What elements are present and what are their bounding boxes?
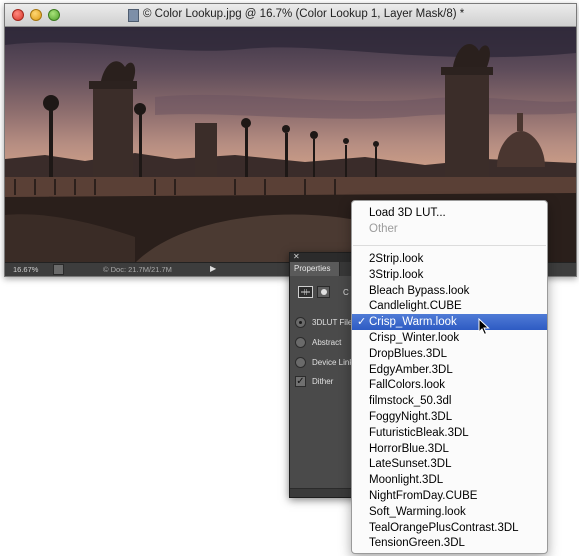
lut-popup-menu: Load 3D LUT... Other 2Strip.look 3Strip.l… [351, 200, 548, 554]
menu-item-label: Crisp_Winter.look [369, 332, 460, 344]
status-menu-arrow-icon[interactable]: ▶ [210, 264, 216, 273]
menu-item-label: HorrorBlue.3DL [369, 442, 449, 455]
menu-item-label: LateSunset.3DL [369, 458, 452, 471]
menu-item-label: FuturisticBleak.3DL [369, 426, 469, 439]
menu-separator [353, 245, 546, 246]
zoom-window-button[interactable] [48, 9, 60, 21]
menu-item-other: Other [369, 223, 398, 235]
doc-size-info: © Doc: 21.7M/21.7M [103, 265, 172, 274]
adjustment-layer-icon[interactable] [298, 286, 313, 298]
radio-button[interactable] [295, 337, 306, 348]
menu-item-lut[interactable]: ✓ Crisp_Warm.look [352, 314, 547, 331]
menu-item-lut[interactable]: TealOrangePlusContrast.3DL [352, 520, 547, 536]
mouse-pointer-icon [478, 318, 490, 336]
radio-label: Abstract [312, 338, 342, 347]
menu-item-label: EdgyAmber.3DL [369, 363, 453, 376]
menu-item-lut[interactable]: filmstock_50.3dl [352, 393, 547, 409]
menu-item-label: 3Strip.look [369, 268, 424, 281]
radio-button[interactable] [295, 357, 306, 368]
menu-item-label: FoggyNight.3DL [369, 411, 453, 423]
menu-item-lut[interactable]: DropBlues.3DL [352, 346, 547, 362]
dither-checkbox[interactable]: ✓ [295, 376, 306, 387]
menu-item-lut[interactable]: EdgyAmber.3DL [352, 362, 547, 378]
checkmark-icon: ✓ [357, 316, 367, 329]
document-titlebar[interactable]: © Color Lookup.jpg @ 16.7% (Color Lookup… [5, 4, 576, 27]
dither-label: Dither [312, 377, 334, 386]
menu-item-label: TensionGreen.3DL [369, 537, 465, 550]
zoom-level[interactable]: 16.67% [13, 265, 38, 274]
menu-item-lut[interactable]: FoggyNight.3DL [352, 409, 547, 425]
panel-heading: C [343, 288, 349, 297]
menu-item-lut[interactable]: HorrorBlue.3DL [352, 441, 547, 457]
menu-item-load-3d-lut[interactable]: Load 3D LUT... [352, 205, 547, 221]
menu-item-lut[interactable]: FallColors.look [352, 377, 547, 393]
radio-label: 3DLUT File [312, 318, 353, 327]
menu-item-label: filmstock_50.3dl [369, 395, 452, 408]
status-info-icon[interactable] [53, 264, 64, 275]
radio-label: Device Link [312, 358, 354, 367]
menu-item-lut[interactable]: NightFromDay.CUBE [352, 488, 547, 504]
layer-mask-icon[interactable] [317, 286, 330, 298]
menu-item-label: NightFromDay.CUBE [369, 490, 478, 502]
menu-item-label: TealOrangePlusContrast.3DL [369, 521, 519, 534]
menu-item-lut[interactable]: 3Strip.look [352, 267, 547, 283]
document-title: © Color Lookup.jpg @ 16.7% (Color Lookup… [143, 8, 465, 20]
menu-item-lut[interactable]: Soft_Warming.look [352, 504, 547, 520]
document-icon [128, 9, 139, 22]
minimize-window-button[interactable] [30, 9, 42, 21]
menu-item-label: Candlelight.CUBE [369, 300, 462, 313]
menu-item-lut[interactable]: 2Strip.look [352, 251, 547, 267]
menu-item-label: Bleach Bypass.look [369, 284, 470, 297]
menu-item-label: Moonlight.3DL [369, 474, 444, 487]
menu-item-lut[interactable]: TensionGreen.3DL [352, 535, 547, 551]
menu-item-lut[interactable]: Crisp_Winter.look [352, 330, 547, 346]
panel-close-icon[interactable]: ✕ [293, 252, 300, 261]
tab-properties[interactable]: Properties [290, 262, 340, 276]
menu-item-lut[interactable]: Moonlight.3DL [352, 472, 547, 488]
menu-item-lut[interactable]: FuturisticBleak.3DL [352, 425, 547, 441]
menu-item-lut[interactable]: Bleach Bypass.look [352, 283, 547, 299]
menu-item-label: FallColors.look [369, 379, 446, 392]
menu-item-lut[interactable]: Candlelight.CUBE [352, 298, 547, 314]
menu-item-label: DropBlues.3DL [369, 347, 447, 360]
close-window-button[interactable] [12, 9, 24, 21]
menu-item-label: Crisp_Warm.look [369, 316, 457, 329]
menu-item-lut[interactable]: LateSunset.3DL [352, 456, 547, 472]
menu-item-label: Soft_Warming.look [369, 505, 466, 518]
radio-button[interactable] [295, 317, 306, 328]
menu-item-label: 2Strip.look [369, 253, 424, 265]
